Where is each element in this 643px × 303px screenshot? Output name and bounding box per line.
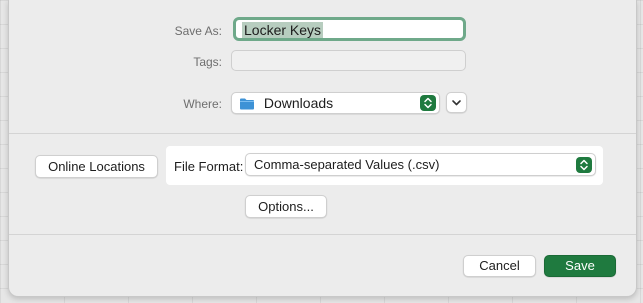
save-label: Save [565,258,595,273]
options-label: Options... [258,199,314,214]
save-button[interactable]: Save [544,255,616,277]
save-dialog: Save As: Locker Keys Tags: Where: Downlo… [8,0,637,297]
file-format-value: Comma-separated Values (.csv) [254,157,440,172]
updown-chevron-icon [576,157,592,173]
file-format-popup[interactable]: Comma-separated Values (.csv) [245,153,596,176]
expand-button[interactable] [446,92,467,113]
online-locations-label: Online Locations [48,159,145,174]
folder-icon [239,97,255,110]
where-value: Downloads [263,95,334,111]
separator-bottom [9,234,636,235]
updown-chevron-icon [420,95,436,111]
file-format-label: File Format: [174,159,244,174]
where-label: Where: [183,97,222,111]
separator-top [9,133,636,134]
tags-input[interactable] [231,50,466,71]
cancel-button[interactable]: Cancel [463,255,536,277]
save-as-label: Save As: [174,24,222,38]
online-locations-button[interactable]: Online Locations [35,155,158,178]
tags-label: Tags: [193,55,222,69]
options-button[interactable]: Options... [245,195,327,218]
cancel-label: Cancel [479,258,520,273]
save-as-input[interactable]: Locker Keys [233,17,466,41]
where-popup[interactable]: Downloads [231,92,440,114]
chevron-down-icon [447,99,466,116]
save-as-value: Locker Keys [242,22,324,38]
